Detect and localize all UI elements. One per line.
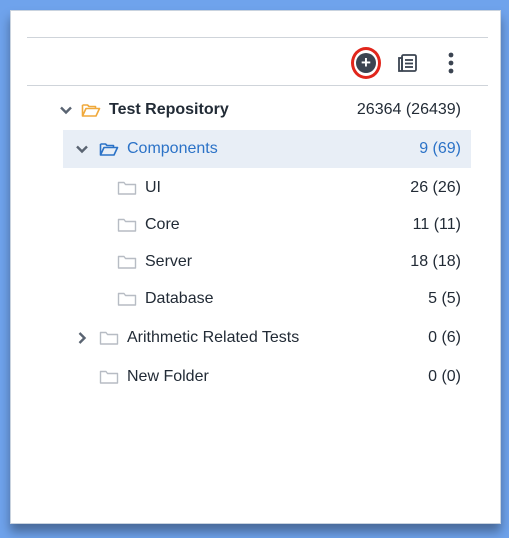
tree-node-label: Test Repository <box>109 101 229 118</box>
top-divider <box>27 37 488 38</box>
tree-node-label: New Folder <box>127 368 209 385</box>
chevron-right-icon[interactable] <box>75 331 89 345</box>
folder-icon <box>117 181 137 195</box>
tree-node-label: Arithmetic Related Tests <box>127 329 300 346</box>
tree-node-count: 11 (11) <box>412 216 461 233</box>
folder-icon <box>99 370 119 384</box>
tree-node-count: 5 (5) <box>428 290 461 307</box>
test-repository-panel: + Test Repository 26364 (26439) Componen… <box>10 10 501 524</box>
folder-open-icon <box>99 143 119 156</box>
tree-node-label: Core <box>145 216 180 233</box>
folder-icon <box>99 331 119 345</box>
tree-node-database[interactable]: Database 5 (5) <box>63 280 471 318</box>
tree-node-count: 26 (26) <box>410 179 461 196</box>
tree-node-ui[interactable]: UI 26 (26) <box>63 169 471 207</box>
toolbar-divider <box>27 85 488 86</box>
highlight-ring: + <box>351 47 381 79</box>
add-folder-button[interactable]: + <box>351 47 381 79</box>
tree-node-arithmetic-related-tests[interactable]: Arithmetic Related Tests 0 (6) <box>63 319 471 357</box>
tree-node-count: 9 (69) <box>419 140 461 157</box>
more-actions-button[interactable] <box>436 48 466 78</box>
tree-node-count: 0 (0) <box>428 368 461 385</box>
tree-node-count: 18 (18) <box>410 253 461 270</box>
chevron-down-icon[interactable] <box>59 103 73 117</box>
details-panel-button[interactable] <box>393 48 423 78</box>
more-vertical-icon <box>448 52 454 74</box>
tree-node-server[interactable]: Server 18 (18) <box>63 243 471 281</box>
tree-node-label: Components <box>127 140 218 157</box>
tree-node-label: Database <box>145 290 214 307</box>
tree-node-new-folder[interactable]: New Folder 0 (0) <box>63 358 471 396</box>
tree-node-label: Server <box>145 253 193 270</box>
tree-node-components[interactable]: Components 9 (69) <box>63 130 471 168</box>
folder-icon <box>117 218 137 232</box>
tree-node-count: 0 (6) <box>428 329 461 346</box>
tree-node-label: UI <box>145 179 161 196</box>
tree-node-count: 26364 (26439) <box>356 101 461 118</box>
plus-circle-icon: + <box>356 53 376 73</box>
folder-icon <box>117 255 137 269</box>
folder-icon <box>117 292 137 306</box>
folder-open-icon <box>81 104 101 117</box>
chevron-down-icon[interactable] <box>75 142 89 156</box>
tree-node-core[interactable]: Core 11 (11) <box>63 206 471 244</box>
tree-node-test-repository[interactable]: Test Repository 26364 (26439) <box>60 91 471 129</box>
details-panel-icon <box>398 54 417 72</box>
